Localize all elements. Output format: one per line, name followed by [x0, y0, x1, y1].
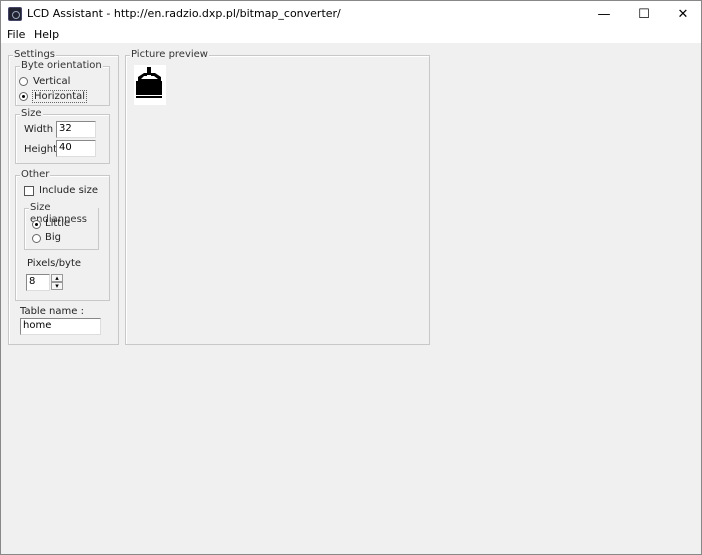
title-bar: LCD Assistant - http://en.radzio.dxp.pl/…: [1, 1, 701, 27]
other-label: Other: [20, 169, 51, 181]
height-label: Height: [24, 144, 58, 155]
app-icon: [8, 7, 22, 21]
horizontal-radio[interactable]: [19, 92, 28, 101]
include-size-label[interactable]: Include size: [39, 185, 98, 196]
pixels-per-byte-label: Pixels/byte: [27, 258, 82, 269]
menu-help[interactable]: Help: [34, 28, 59, 41]
size-endianness-group: Size endianness Little Big: [24, 202, 99, 250]
big-radio[interactable]: [32, 234, 41, 243]
spin-down-button[interactable]: ▾: [51, 282, 63, 290]
width-label: Width: [24, 124, 54, 135]
little-label[interactable]: Little: [45, 218, 70, 229]
size-group: Size Width 32 Height 40: [15, 108, 110, 164]
menu-file[interactable]: File: [7, 28, 25, 41]
window-title: LCD Assistant - http://en.radzio.dxp.pl/…: [27, 7, 341, 20]
picture-preview-label: Picture preview: [130, 49, 209, 61]
big-label[interactable]: Big: [45, 232, 61, 243]
table-name-input[interactable]: home: [20, 318, 101, 335]
byte-orientation-group: Byte orientation Vertical Horizontal: [15, 60, 110, 106]
picture-preview-group: Picture preview: [125, 49, 430, 345]
menu-bar: File Help: [1, 27, 701, 43]
include-size-checkbox[interactable]: [24, 186, 34, 196]
table-name-label: Table name :: [20, 306, 84, 317]
size-label: Size: [20, 108, 43, 120]
little-radio[interactable]: [32, 220, 41, 229]
pixels-per-byte-input[interactable]: 8: [26, 274, 50, 291]
height-input[interactable]: 40: [56, 140, 96, 157]
vertical-label[interactable]: Vertical: [33, 76, 70, 87]
spin-up-button[interactable]: ▴: [51, 274, 63, 282]
width-input[interactable]: 32: [56, 121, 96, 138]
byte-orientation-label: Byte orientation: [20, 60, 103, 72]
minimize-button[interactable]: —: [584, 1, 624, 27]
maximize-button[interactable]: ☐: [624, 1, 664, 27]
vertical-radio[interactable]: [19, 77, 28, 86]
bitmap-preview-image: [134, 65, 166, 105]
horizontal-label[interactable]: Horizontal: [32, 90, 88, 103]
close-button[interactable]: ✕: [663, 1, 702, 27]
